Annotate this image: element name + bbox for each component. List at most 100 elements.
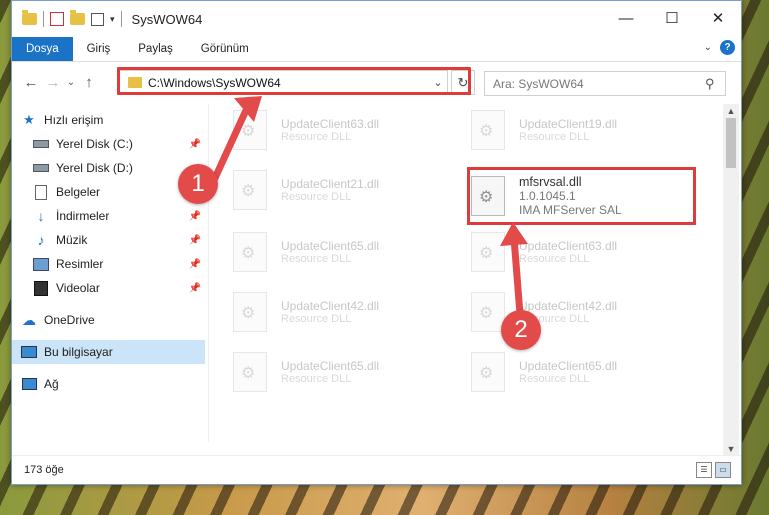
drive-icon xyxy=(32,160,50,176)
pin-icon: 📌 xyxy=(188,210,201,222)
file-item[interactable]: UpdateClient42.dllResource DLL xyxy=(233,286,443,338)
music-icon: ♪ xyxy=(37,232,45,248)
scroll-down-arrow-icon[interactable]: ▼ xyxy=(723,444,739,454)
new-folder-icon[interactable] xyxy=(70,10,85,25)
properties-icon[interactable] xyxy=(50,12,64,26)
dll-file-icon xyxy=(471,352,505,392)
folder-icon xyxy=(22,10,37,25)
sidebar-item-label: Videolar xyxy=(56,281,100,295)
pictures-icon xyxy=(32,256,50,272)
status-bar: 173 öğe ☰ ▭ xyxy=(12,455,741,484)
file-item[interactable]: UpdateClient65.dllResource DLL xyxy=(471,346,681,398)
up-button[interactable]: ↑ xyxy=(78,74,100,91)
pin-icon: 📌 xyxy=(188,258,201,270)
file-name: UpdateClient19.dll xyxy=(519,117,618,131)
sidebar-item-downloads[interactable]: ↓ İndirmeler 📌 xyxy=(32,204,205,228)
pin-icon: 📌 xyxy=(188,234,201,246)
pin-icon: 📌 xyxy=(188,138,201,150)
sidebar-item-network[interactable]: Ağ xyxy=(20,372,213,396)
sidebar-item-label: Ağ xyxy=(44,377,59,391)
file-type: Resource DLL xyxy=(281,191,352,203)
large-icons-view-icon[interactable]: ▭ xyxy=(715,462,731,478)
tab-file[interactable]: Dosya xyxy=(12,37,73,61)
tab-share[interactable]: Paylaş xyxy=(124,37,187,61)
close-button[interactable]: ✕ xyxy=(695,1,741,35)
computer-icon xyxy=(20,344,38,360)
search-input[interactable]: Ara: SysWOW64 xyxy=(485,77,705,91)
scroll-up-arrow-icon[interactable]: ▲ xyxy=(723,106,739,116)
view-menu-icon[interactable] xyxy=(91,12,104,26)
file-name: UpdateClient63.dll xyxy=(519,239,618,253)
videos-icon xyxy=(32,280,50,296)
file-name: UpdateClient42.dll xyxy=(519,299,618,313)
sidebar-item-label: Hızlı erişim xyxy=(44,113,104,127)
pane-divider xyxy=(208,104,209,442)
dll-file-icon xyxy=(233,232,267,272)
sidebar-item-label: Yerel Disk (C:) xyxy=(56,137,133,151)
drive-icon xyxy=(32,136,50,152)
callout-badge-2: 2 xyxy=(501,310,541,350)
documents-icon xyxy=(32,184,50,200)
network-icon xyxy=(20,376,38,392)
forward-button[interactable]: → xyxy=(42,74,64,91)
sidebar-item-label: Yerel Disk (D:) xyxy=(56,161,133,175)
help-button[interactable]: ? xyxy=(720,40,735,55)
customize-toolbar-icon[interactable]: ▾ xyxy=(110,14,115,25)
dll-file-icon xyxy=(471,232,505,272)
file-type: Resource DLL xyxy=(281,253,352,265)
details-view-icon[interactable]: ☰ xyxy=(696,462,712,478)
dll-file-icon xyxy=(471,292,505,332)
file-name: UpdateClient42.dll xyxy=(281,299,380,313)
window-controls: — ☐ ✕ xyxy=(603,1,741,35)
sidebar-item-onedrive[interactable]: ☁ OneDrive xyxy=(20,308,213,332)
dll-file-icon xyxy=(471,110,505,150)
file-item[interactable]: UpdateClient21.dllResource DLL xyxy=(233,164,443,216)
callout-badge-1: 1 xyxy=(178,164,218,204)
sidebar-item-music[interactable]: ♪ Müzik 📌 xyxy=(32,228,205,252)
back-button[interactable]: ← xyxy=(20,74,42,91)
file-item[interactable]: UpdateClient63.dllResource DLL xyxy=(233,104,443,156)
dll-file-icon xyxy=(233,352,267,392)
star-icon: ★ xyxy=(23,112,35,127)
tab-home[interactable]: Giriş xyxy=(73,37,125,61)
navigation-pane: ★ Hızlı erişim Yerel Disk (C:) 📌 Yerel D… xyxy=(12,106,205,446)
sidebar-item-disk-c[interactable]: Yerel Disk (C:) 📌 xyxy=(32,132,205,156)
minimize-button[interactable]: — xyxy=(603,1,649,35)
ribbon-right-controls: ⌄ ? xyxy=(704,40,735,55)
file-item[interactable]: UpdateClient63.dllResource DLL xyxy=(471,226,681,278)
file-type: Resource DLL xyxy=(519,131,590,143)
view-toggle: ☰ ▭ xyxy=(696,462,731,478)
sidebar-item-pictures[interactable]: Resimler 📌 xyxy=(32,252,205,276)
scrollbar-thumb[interactable] xyxy=(726,118,736,168)
quick-access-toolbar: ▾ xyxy=(12,10,122,27)
maximize-button[interactable]: ☐ xyxy=(649,1,695,35)
window-title: SysWOW64 xyxy=(131,11,203,27)
sidebar-item-this-pc[interactable]: Bu bilgisayar xyxy=(12,340,205,364)
dll-file-icon xyxy=(233,170,267,210)
dll-file-icon xyxy=(233,110,267,150)
sidebar-item-label: Bu bilgisayar xyxy=(44,345,113,359)
sidebar-item-videos[interactable]: Videolar 📌 xyxy=(32,276,205,300)
chevron-down-icon[interactable]: ⌄ xyxy=(704,42,712,53)
sidebar-item-quick-access[interactable]: ★ Hızlı erişim xyxy=(20,108,213,132)
file-item[interactable]: UpdateClient65.dllResource DLL xyxy=(233,226,443,278)
file-type: Resource DLL xyxy=(519,253,590,265)
title-bar: ▾ SysWOW64 — ☐ ✕ xyxy=(12,1,741,37)
file-type: Resource DLL xyxy=(281,373,352,385)
ribbon-tabs: Dosya Giriş Paylaş Görünüm ⌄ ? xyxy=(12,37,741,62)
cloud-icon: ☁ xyxy=(22,311,36,328)
toolbar-divider xyxy=(120,11,122,27)
recent-locations-button[interactable]: ⌄ xyxy=(64,77,78,88)
tab-view[interactable]: Görünüm xyxy=(187,37,263,61)
vertical-scrollbar[interactable]: ▲ ▼ xyxy=(723,104,739,456)
file-item[interactable]: UpdateClient19.dllResource DLL xyxy=(471,104,681,156)
file-name: UpdateClient65.dll xyxy=(281,359,380,373)
sidebar-item-label: İndirmeler xyxy=(56,209,110,223)
sidebar-item-label: Resimler xyxy=(56,257,104,271)
sidebar-item-label: OneDrive xyxy=(44,313,95,327)
search-icon[interactable]: ⚲ xyxy=(705,76,725,92)
search-box[interactable]: Ara: SysWOW64 ⚲ xyxy=(484,71,726,96)
file-item[interactable]: UpdateClient65.dllResource DLL xyxy=(233,346,443,398)
file-type: Resource DLL xyxy=(281,131,352,143)
download-icon: ↓ xyxy=(37,208,45,224)
